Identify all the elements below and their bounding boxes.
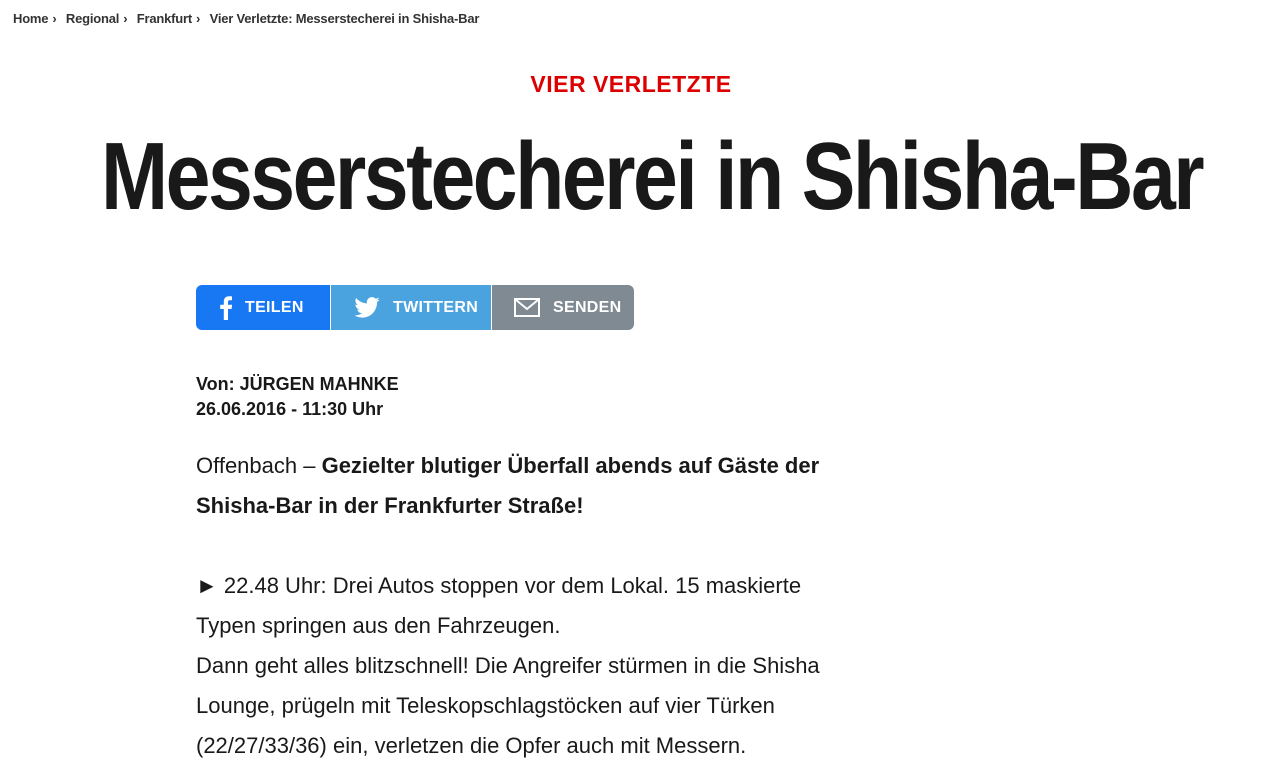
breadcrumb-separator: ›: [196, 11, 201, 26]
article-lead: Offenbach – Gezielter blutiger Überfall …: [196, 446, 856, 526]
breadcrumb-regional[interactable]: Regional: [66, 11, 119, 26]
breadcrumb-separator: ›: [123, 11, 128, 26]
article-paragraph: ► 22.48 Uhr: Drei Autos stoppen vor dem …: [196, 573, 802, 638]
share-mail-button[interactable]: SENDEN: [491, 285, 634, 330]
share-bar: TEILEN TWITTERN SENDEN: [196, 285, 634, 330]
breadcrumb-frankfurt[interactable]: Frankfurt: [137, 11, 192, 26]
article-kicker: VIER VERLETZTE: [530, 71, 732, 97]
byline: Von: JÜRGEN MAHNKE 26.06.2016 - 11:30 Uh…: [196, 372, 399, 422]
breadcrumb: Home › Regional › Frankfurt › Vier Verletzt…: [13, 11, 479, 26]
mail-icon: [514, 298, 540, 317]
share-twitter-label: TWITTERN: [393, 298, 479, 316]
breadcrumb-current: Vier Verletzte: Messerstecherei in Shish…: [209, 11, 480, 26]
author-name[interactable]: Von: JÜRGEN MAHNKE: [196, 372, 399, 397]
share-mail-label: SENDEN: [553, 298, 622, 316]
breadcrumb-home[interactable]: Home: [13, 11, 49, 26]
lead-location: Offenbach –: [196, 453, 322, 478]
twitter-icon: [354, 297, 380, 318]
breadcrumb-separator: ›: [52, 11, 57, 26]
article-paragraph: Dann geht alles blitzschnell! Die Angrei…: [196, 653, 820, 758]
publish-date: 26.06.2016 - 11:30 Uhr: [196, 399, 384, 419]
share-twitter-button[interactable]: TWITTERN: [330, 285, 491, 330]
share-facebook-button[interactable]: TEILEN: [196, 285, 330, 330]
article-headline: Messerstecherei in Shisha-Bar: [100, 123, 1205, 230]
article-body: Offenbach – Gezielter blutiger Überfall …: [196, 446, 856, 766]
share-facebook-label: TEILEN: [245, 298, 304, 316]
facebook-icon: [220, 295, 232, 320]
